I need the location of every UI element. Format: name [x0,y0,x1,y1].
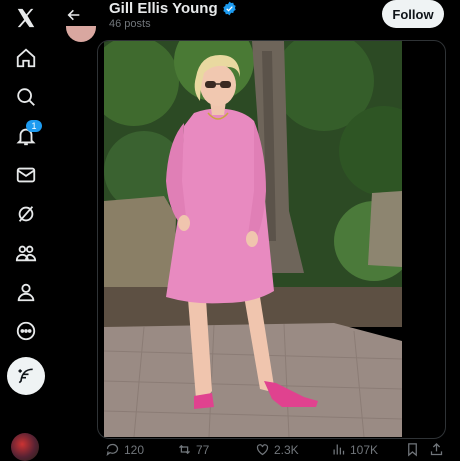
post-count: 46 posts [109,18,151,30]
notifications-icon[interactable]: 1 [6,118,46,154]
grok-icon[interactable] [6,196,46,232]
reply-count: 120 [124,442,145,457]
follow-button[interactable]: Follow [382,0,444,28]
share-icon [430,442,443,456]
media-container [97,40,446,439]
view-count: 107K [350,442,379,457]
repost-button[interactable]: 77 [177,442,209,457]
views-icon [333,444,345,455]
compose-post-button[interactable] [7,357,45,395]
repost-count: 77 [196,442,210,457]
account-avatar[interactable] [11,433,39,461]
bookmark-icon [408,443,417,457]
views-button[interactable]: 107K [331,442,378,457]
like-count: 2.3K [274,442,299,457]
profile-avatar[interactable] [66,26,96,42]
back-arrow-icon[interactable] [62,4,86,26]
home-icon[interactable] [6,40,46,76]
verified-badge-icon [222,1,236,16]
heart-icon [256,444,269,456]
notification-count-badge: 1 [26,120,42,132]
profile-header: Gill Ellis Young 46 posts Follow [52,0,460,42]
reply-button[interactable]: 120 [105,442,144,457]
bookmark-button[interactable] [405,442,420,457]
like-button[interactable]: 2.3K [255,442,299,457]
x-logo-icon[interactable] [6,0,46,36]
share-button[interactable] [429,442,444,457]
left-nav: 1 [0,0,52,461]
profile-name: Gill Ellis Young [109,0,237,17]
post-photo[interactable] [104,41,402,437]
explore-icon[interactable] [6,79,46,115]
repost-icon [179,444,190,455]
messages-icon[interactable] [6,157,46,193]
post-actions: 120 77 2.3K 107K [97,442,447,460]
photo-illustration [104,41,402,437]
profile-name-text: Gill Ellis Young [109,0,218,17]
reply-icon [106,443,119,456]
feather-icon [18,368,33,384]
communities-icon[interactable] [6,235,46,271]
profile-icon[interactable] [6,274,46,310]
more-icon[interactable] [6,313,46,349]
